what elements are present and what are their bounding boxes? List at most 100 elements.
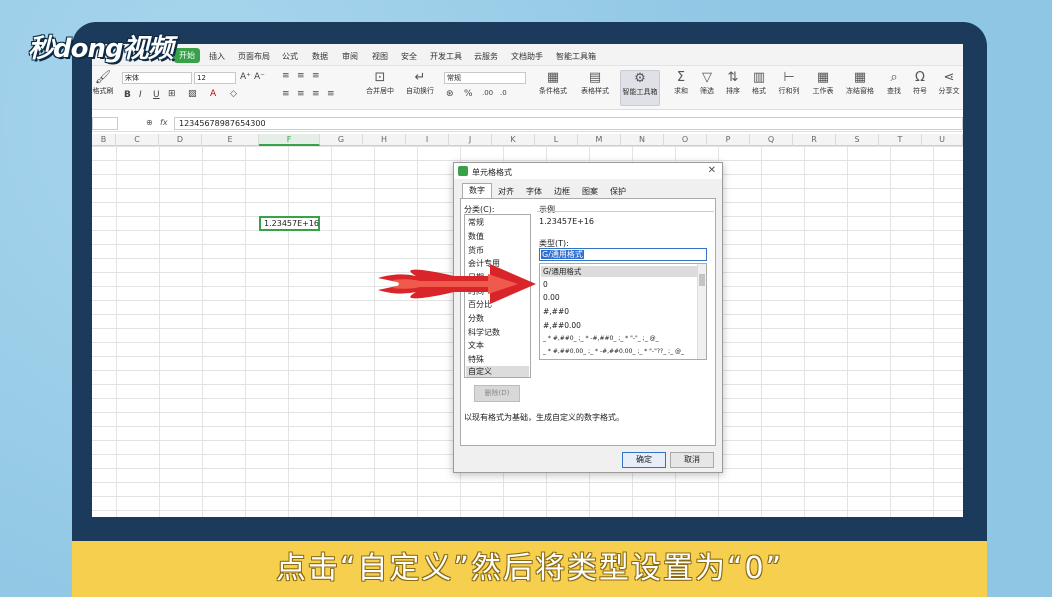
menu-tab-cloud[interactable]: 云服务 bbox=[474, 51, 498, 62]
table-style-button[interactable]: ▤ 表格样式 bbox=[576, 70, 614, 96]
menu-tab-doc-assistant[interactable]: 文档助手 bbox=[511, 51, 543, 62]
column-header-t[interactable]: T bbox=[879, 134, 922, 146]
font-shrink-icon[interactable]: A⁻ bbox=[254, 72, 265, 82]
tab-protection[interactable]: 保护 bbox=[604, 185, 632, 198]
menu-tab-data[interactable]: 数据 bbox=[312, 51, 328, 62]
category-scientific[interactable]: 科学记数 bbox=[468, 327, 500, 338]
tab-alignment[interactable]: 对齐 bbox=[492, 185, 520, 198]
category-text[interactable]: 文本 bbox=[468, 340, 484, 351]
column-header-b[interactable]: B bbox=[92, 134, 116, 146]
align-right-icon[interactable]: ≡ bbox=[312, 89, 320, 99]
clear-icon[interactable]: ◇ bbox=[230, 89, 237, 99]
cancel-button[interactable]: 取消 bbox=[670, 452, 714, 468]
type-item-accounting-decimal[interactable]: _ * #,##0.00_ ;_ * -#,##0.00_ ;_ * "-"??… bbox=[543, 348, 684, 355]
menu-tab-insert[interactable]: 插入 bbox=[209, 51, 225, 62]
align-top-icon[interactable]: ≡ bbox=[282, 71, 290, 81]
active-cell[interactable]: 1.23457E+16 bbox=[259, 216, 320, 231]
menu-tab-review[interactable]: 审阅 bbox=[342, 51, 358, 62]
type-item-thousands-decimal[interactable]: #,##0.00 bbox=[543, 321, 581, 330]
merge-center-button[interactable]: ⊡ 合并居中 bbox=[362, 70, 398, 96]
column-header-q[interactable]: Q bbox=[750, 134, 793, 146]
type-item-accounting[interactable]: _ * #,##0_ ;_ * -#,##0_ ;_ * "-"_ ;_ @_ bbox=[543, 335, 659, 342]
justify-icon[interactable]: ≡ bbox=[327, 89, 335, 99]
column-header-m[interactable]: M bbox=[578, 134, 621, 146]
formula-input[interactable]: 12345678987654300 bbox=[174, 117, 963, 130]
menu-tab-page-layout[interactable]: 页面布局 bbox=[238, 51, 270, 62]
fill-color-icon[interactable]: ▨ bbox=[188, 89, 197, 99]
zoom-icon[interactable]: ⊕ bbox=[146, 118, 153, 127]
format-button[interactable]: ▥ 格式 bbox=[748, 70, 770, 96]
tab-font[interactable]: 字体 bbox=[520, 185, 548, 198]
column-header-d[interactable]: D bbox=[159, 134, 202, 146]
menu-tab-formula[interactable]: 公式 bbox=[282, 51, 298, 62]
conditional-format-button[interactable]: ▦ 条件格式 bbox=[534, 70, 572, 96]
sum-button[interactable]: Σ 求和 bbox=[670, 70, 692, 96]
menu-tab-home[interactable]: 开始 bbox=[174, 48, 200, 63]
column-header-h[interactable]: H bbox=[363, 134, 406, 146]
font-size-select[interactable]: 12 bbox=[194, 72, 236, 84]
category-number[interactable]: 数值 bbox=[468, 231, 484, 242]
type-input[interactable]: G/通用格式 bbox=[539, 248, 707, 261]
underline-icon[interactable]: U bbox=[153, 90, 160, 100]
bold-icon[interactable]: B bbox=[124, 90, 131, 100]
menu-tab-security[interactable]: 安全 bbox=[401, 51, 417, 62]
tab-number[interactable]: 数字 bbox=[462, 183, 492, 198]
worksheet-button[interactable]: ▦ 工作表 bbox=[808, 70, 838, 96]
font-color-icon[interactable]: A bbox=[210, 89, 216, 99]
row-col-button[interactable]: ⊢ 行和列 bbox=[776, 70, 802, 96]
type-item-thousands[interactable]: #,##0 bbox=[543, 307, 569, 316]
freeze-panes-button[interactable]: ▦ 冻结窗格 bbox=[842, 70, 878, 96]
decrease-decimal-icon[interactable]: .0 bbox=[500, 89, 507, 97]
align-middle-icon[interactable]: ≡ bbox=[297, 71, 305, 81]
menu-tab-view[interactable]: 视图 bbox=[372, 51, 388, 62]
number-format-select[interactable]: 常规 bbox=[444, 72, 526, 84]
category-custom[interactable]: 自定义 bbox=[466, 366, 529, 377]
border-icon[interactable]: ⊞ bbox=[168, 89, 176, 99]
category-special[interactable]: 特殊 bbox=[468, 354, 484, 365]
column-header-s[interactable]: S bbox=[836, 134, 879, 146]
align-bottom-icon[interactable]: ≡ bbox=[312, 71, 320, 81]
column-header-p[interactable]: P bbox=[707, 134, 750, 146]
column-header-c[interactable]: C bbox=[116, 134, 159, 146]
italic-icon[interactable]: I bbox=[139, 90, 142, 100]
symbol-button[interactable]: Ω 符号 bbox=[908, 70, 932, 96]
column-header-e[interactable]: E bbox=[202, 134, 259, 146]
category-fraction[interactable]: 分数 bbox=[468, 313, 484, 324]
column-header-o[interactable]: O bbox=[664, 134, 707, 146]
format-painter-button[interactable]: 🖌 格式刷 bbox=[92, 70, 114, 96]
sort-button[interactable]: ⇅ 排序 bbox=[722, 70, 744, 96]
column-header-k[interactable]: K bbox=[492, 134, 535, 146]
scrollbar-thumb[interactable] bbox=[699, 274, 705, 286]
column-header-j[interactable]: J bbox=[449, 134, 492, 146]
ok-button[interactable]: 确定 bbox=[622, 452, 666, 468]
column-header-r[interactable]: R bbox=[793, 134, 836, 146]
wrap-text-button[interactable]: ↵ 自动换行 bbox=[402, 70, 438, 96]
type-item-0[interactable]: 0 bbox=[543, 280, 548, 289]
close-icon[interactable]: ✕ bbox=[708, 165, 716, 176]
currency-icon[interactable]: ⊛ bbox=[446, 89, 454, 99]
percent-icon[interactable]: % bbox=[464, 89, 473, 99]
filter-button[interactable]: ▽ 筛选 bbox=[696, 70, 718, 96]
fx-icon[interactable]: fx bbox=[160, 118, 168, 127]
type-item-general[interactable]: G/通用格式 bbox=[541, 266, 698, 277]
column-header-g[interactable]: G bbox=[320, 134, 363, 146]
tab-border[interactable]: 边框 bbox=[548, 185, 576, 198]
column-header-u[interactable]: U bbox=[922, 134, 963, 146]
category-currency[interactable]: 货币 bbox=[468, 245, 484, 256]
type-list[interactable]: G/通用格式 0 0.00 #,##0 #,##0.00 _ * #,##0_ … bbox=[539, 263, 707, 360]
tab-pattern[interactable]: 图案 bbox=[576, 185, 604, 198]
column-header-f[interactable]: F bbox=[259, 134, 320, 146]
delete-button[interactable]: 删除(D) bbox=[474, 385, 520, 402]
name-box[interactable] bbox=[92, 117, 118, 130]
find-button[interactable]: ⌕ 查找 bbox=[882, 70, 906, 96]
type-item-0-00[interactable]: 0.00 bbox=[543, 293, 560, 302]
column-header-i[interactable]: I bbox=[406, 134, 449, 146]
category-general[interactable]: 常规 bbox=[468, 217, 484, 228]
font-grow-icon[interactable]: A⁺ bbox=[240, 72, 251, 82]
type-list-scrollbar[interactable] bbox=[697, 264, 706, 359]
menu-tab-developer[interactable]: 开发工具 bbox=[430, 51, 462, 62]
increase-decimal-icon[interactable]: .00 bbox=[482, 89, 493, 97]
column-header-l[interactable]: L bbox=[535, 134, 578, 146]
share-button[interactable]: ⋖ 分享文 bbox=[936, 70, 962, 96]
column-header-n[interactable]: N bbox=[621, 134, 664, 146]
